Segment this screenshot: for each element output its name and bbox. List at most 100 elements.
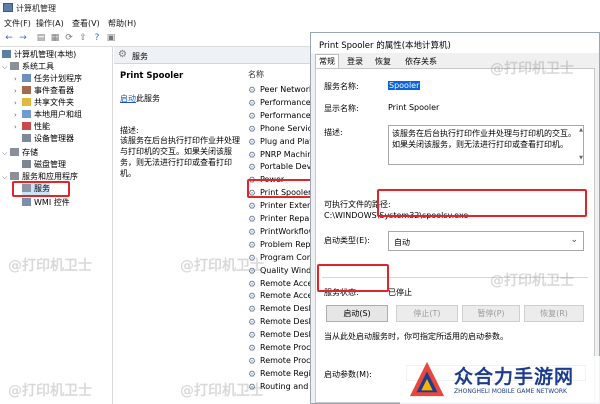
chevron-down-icon: ⌄	[570, 235, 578, 245]
menu-action[interactable]: 操作(A)	[36, 18, 64, 29]
service-row[interactable]: ⚙ Printer Repair	[248, 212, 315, 225]
service-row[interactable]: ⚙ Portable Devi	[248, 160, 314, 173]
tree-item-root[interactable]: 计算机管理(本地)	[2, 49, 76, 61]
collapse-arrow-icon[interactable]: ⌵	[2, 147, 7, 159]
start-params-hint: 当从此处启动服务时，你可指定所适用的启动参数。	[324, 332, 508, 341]
computer-icon	[2, 50, 11, 58]
services-gear-icon: ⚙	[118, 49, 127, 60]
service-row[interactable]: ⚙ PrintWorkflow	[248, 225, 315, 238]
display-name-value[interactable]: Print Spooler	[388, 103, 439, 112]
service-row[interactable]: ⚙ Plug and Play	[248, 135, 314, 148]
event-log-icon	[22, 86, 31, 94]
service-row[interactable]: ⚙ Remote Regis	[248, 367, 315, 380]
startup-type-value: 自动	[394, 238, 410, 247]
service-gear-icon: ⚙	[248, 356, 257, 367]
expand-arrow-icon[interactable]: ›	[14, 73, 17, 85]
service-row[interactable]: ⚙ Phone Service	[248, 122, 317, 135]
help-icon[interactable]: ?	[92, 33, 102, 43]
tree-item-disk-management[interactable]: 磁盘管理	[22, 159, 66, 171]
forward-arrow-icon[interactable]: →	[18, 33, 28, 43]
watermark: @打印机卫士	[8, 383, 92, 399]
menu-file[interactable]: 文件(F)	[4, 18, 31, 29]
service-row[interactable]: ⚙ Performance L	[248, 109, 318, 122]
tree-item-shared-folders[interactable]: 共享文件夹	[22, 97, 74, 109]
up-folder-icon[interactable]: ▤	[36, 33, 46, 43]
service-row[interactable]: ⚙ Remote Deskt	[248, 315, 316, 328]
service-row-name: Portable Devi	[260, 162, 314, 172]
folder-icon	[22, 98, 31, 106]
tree-item-performance[interactable]: 性能	[22, 121, 50, 133]
tab-logon[interactable]: 登录	[343, 54, 367, 68]
apps-icon	[10, 172, 19, 180]
service-gear-icon: ⚙	[248, 344, 257, 354]
service-row[interactable]: ⚙ PNRP Machine	[248, 148, 317, 161]
menu-help[interactable]: 帮助(H)	[108, 18, 136, 29]
menu-view[interactable]: 查看(V)	[72, 18, 100, 29]
column-header-name[interactable]: 名称	[248, 69, 264, 80]
tree-item-device-manager[interactable]: 设备管理器	[22, 133, 74, 145]
watermark: @打印机卫士	[490, 61, 574, 77]
tree-item-system-tools[interactable]: 系统工具	[10, 61, 54, 73]
service-gear-icon: ⚙	[248, 318, 257, 329]
service-row-name: PNRP Machine	[260, 149, 318, 159]
resume-button[interactable]: 恢复(R)	[524, 305, 584, 322]
scroll-down-icon[interactable]: ▼	[578, 155, 584, 161]
expand-arrow-icon[interactable]: ›	[14, 97, 17, 109]
service-row[interactable]: ⚙ Printer Extensi	[248, 199, 318, 212]
tools-icon	[10, 62, 19, 70]
expand-arrow-icon[interactable]: ›	[14, 121, 17, 133]
startup-type-select[interactable]: 自动 ⌄	[388, 231, 584, 251]
expand-arrow-icon[interactable]: ›	[14, 85, 17, 97]
service-row-name: Remote Deskt	[260, 330, 317, 340]
expand-arrow-icon[interactable]: ›	[14, 109, 17, 121]
tab-general[interactable]: 常规	[315, 54, 339, 68]
scroll-up-icon[interactable]: ▲	[578, 127, 584, 133]
back-arrow-icon[interactable]: ←	[4, 33, 14, 43]
service-row-name: Remote Proce	[260, 355, 316, 365]
export-icon[interactable]: ⇪	[78, 33, 88, 43]
highlight-start-button	[317, 264, 389, 292]
tree-item-event-viewer[interactable]: 事件查看器	[22, 85, 74, 97]
tree-item-wmi[interactable]: WMI 控件	[22, 197, 70, 209]
service-row[interactable]: ⚙ Peer Network	[248, 83, 314, 96]
service-row[interactable]: ⚙ Problem Repo	[248, 238, 315, 251]
collapse-arrow-icon[interactable]: ⌵	[2, 61, 7, 73]
tab-recovery[interactable]: 恢复	[371, 54, 395, 68]
watermark: @打印机卫士	[180, 258, 264, 274]
service-name-label: 服务名称:	[324, 82, 359, 91]
tree-item-storage[interactable]: 存储	[10, 147, 38, 159]
startup-type-label: 启动类型(E):	[324, 236, 370, 245]
dialog-description-box[interactable]: 该服务在后台执行打印作业并处理与打印机的交互。如果关闭该服务，则无法进行打印或查…	[388, 125, 584, 165]
service-row-name: Routing and	[260, 381, 309, 391]
service-row-name: Remote Proce	[260, 343, 316, 352]
start-service-link[interactable]: 启动	[120, 94, 136, 103]
collapse-arrow-icon[interactable]: ⌵	[2, 171, 7, 183]
service-gear-icon: ⚙	[248, 369, 257, 380]
service-row[interactable]: ⚙ Performance C	[248, 96, 319, 109]
tree-item-local-users[interactable]: 本地用户和组	[22, 109, 82, 121]
properties-icon[interactable]: ▣	[106, 33, 116, 43]
console-tree: 计算机管理(本地) ⌵ 系统工具 › 任务计划程序 › 事件查看器 › 共享文件…	[0, 47, 113, 404]
watermark: @打印机卫士	[490, 273, 574, 289]
pause-button[interactable]: 暂停(P)	[462, 305, 520, 322]
service-gear-icon: ⚙	[248, 163, 257, 174]
wmi-icon	[22, 198, 31, 206]
description-text: 该服务在后台执行打印作业并处理与打印机的交互。如果关闭该服务，则无法进行打印或查…	[120, 136, 240, 178]
service-row[interactable]: ⚙ Remote Deskt	[248, 302, 316, 315]
properties-dialog: Print Spooler 的属性(本地计算机) 常规 登录 恢复 依存关系 服…	[310, 32, 600, 404]
service-row[interactable]: ⚙ Remote Acces	[248, 289, 317, 302]
service-row[interactable]: ⚙ Remote Deskt	[248, 328, 316, 341]
tree-item-task-scheduler[interactable]: 任务计划程序	[22, 73, 82, 85]
service-row[interactable]: ⚙ Remote Proce	[248, 354, 315, 367]
service-row-name: PrintWorkflow	[260, 226, 316, 236]
start-button[interactable]: 启动(S)	[326, 305, 388, 322]
dialog-description-text: 该服务在后台执行打印作业并处理与打印机的交互。如果关闭该服务，则无法进行打印或查…	[392, 129, 576, 149]
service-row[interactable]: ⚙ Remote Acces	[248, 277, 317, 290]
service-gear-icon: ⚙	[248, 240, 257, 251]
service-row[interactable]: ⚙ Remote Proce	[248, 341, 315, 354]
refresh-icon[interactable]: ⟳	[64, 33, 74, 43]
tab-dependencies[interactable]: 依存关系	[401, 54, 441, 68]
stop-button[interactable]: 停止(T)	[396, 305, 458, 322]
console-tree-icon[interactable]: ▦	[50, 33, 60, 43]
service-name-value[interactable]: Spooler	[388, 81, 421, 90]
